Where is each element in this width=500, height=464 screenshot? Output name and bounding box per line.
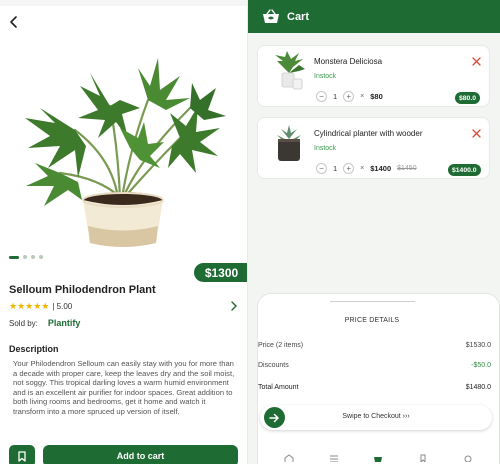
sold-by-label: Sold by: [9, 318, 38, 328]
quantity-stepper: − 1 + × $80 [316, 91, 383, 102]
remove-item-icon[interactable] [472, 129, 481, 138]
swipe-knob[interactable] [264, 407, 285, 428]
status-bar [0, 0, 247, 6]
carousel-dot[interactable] [39, 255, 43, 259]
line-total-badge: $80.0 [455, 92, 481, 104]
decrement-button[interactable]: − [316, 163, 327, 174]
carousel-dot[interactable] [9, 255, 19, 259]
swipe-to-checkout[interactable]: Swipe to Checkout ››› [260, 405, 492, 430]
back-arrow-icon[interactable] [6, 14, 22, 30]
cart-logo-icon [263, 9, 279, 23]
bookmark-icon [18, 450, 26, 462]
carousel-indicator[interactable] [9, 255, 43, 259]
succulent-pot-icon [277, 125, 301, 161]
list-icon[interactable] [329, 454, 339, 462]
product-title: Selloum Philodendron Plant [9, 284, 156, 296]
increment-button[interactable]: + [343, 91, 355, 102]
times-sign: × [360, 93, 365, 100]
cart-item: Cylindrical planter with wooder Instock … [257, 117, 490, 179]
product-image [25, 58, 226, 247]
original-price: $1450 [397, 165, 417, 172]
decrement-button[interactable]: − [316, 91, 327, 102]
increment-button[interactable]: + [343, 163, 355, 174]
times-sign: × [360, 165, 365, 172]
carousel-dot[interactable] [23, 255, 27, 259]
price-details-sheet: PRICE DETAILS Price (2 items) $1530.0 Di… [257, 293, 500, 464]
item-name: Monstera Deliciosa [314, 57, 383, 66]
arrow-right-icon [269, 413, 279, 422]
stock-status: Instock [314, 73, 337, 80]
settings-icon[interactable] [463, 454, 473, 462]
remove-item-icon[interactable] [472, 57, 481, 66]
price-value: $1530.0 [465, 342, 491, 349]
total-value: $1480.0 [465, 384, 491, 391]
product-detail-screen: $1300 Selloum Philodendron Plant ★★★★★ |… [0, 0, 247, 464]
add-to-cart-button[interactable]: Add to cart [43, 445, 238, 464]
cart-title: Cart [287, 10, 310, 23]
cart-icon[interactable] [373, 454, 383, 462]
price-badge: $1300 [194, 263, 247, 282]
carousel-dot[interactable] [31, 255, 35, 259]
potted-plant-icon [275, 51, 305, 90]
description-heading: Description [9, 344, 59, 354]
discount-label: Discounts [258, 362, 289, 369]
stock-status: Instock [314, 145, 337, 152]
sheet-handle[interactable] [330, 301, 415, 302]
description-text: Your Philodendron Selloum can easily sta… [13, 359, 235, 416]
unit-price: $80 [370, 92, 383, 101]
price-details-title: PRICE DETAILS [344, 317, 400, 324]
bookmark-icon[interactable] [418, 454, 428, 462]
quantity-stepper: − 1 + × $1400 $1450 [316, 163, 417, 174]
rating-value: | 5.00 [52, 302, 73, 311]
chevron-right-icon[interactable] [230, 301, 238, 311]
seller-row: Sold by: Plantify [9, 318, 80, 328]
cart-item: Monstera Deliciosa Instock − 1 + × $80 $… [257, 45, 490, 107]
bottom-nav [257, 454, 500, 464]
item-name: Cylindrical planter with wooder [314, 129, 423, 138]
unit-price: $1400 [370, 164, 392, 173]
total-label: Total Amount [258, 384, 299, 391]
discount-value: -$50.0 [471, 362, 491, 369]
quantity-value: 1 [333, 92, 338, 101]
star-rating-icons: ★★★★★ [9, 301, 50, 311]
seller-link[interactable]: Plantify [48, 318, 81, 328]
rating-row: ★★★★★ | 5.00 [9, 301, 72, 312]
cart-header: Cart [248, 0, 500, 33]
bookmark-button[interactable] [9, 445, 35, 464]
swipe-label: Swipe to Checkout ››› [342, 413, 410, 420]
price-label: Price (2 items) [258, 342, 304, 349]
cart-screen: Cart Monstera Deliciosa Instock − 1 + × … [248, 0, 500, 464]
home-icon[interactable] [284, 454, 294, 462]
line-total-badge: $1400.0 [448, 164, 481, 176]
quantity-value: 1 [333, 164, 338, 173]
